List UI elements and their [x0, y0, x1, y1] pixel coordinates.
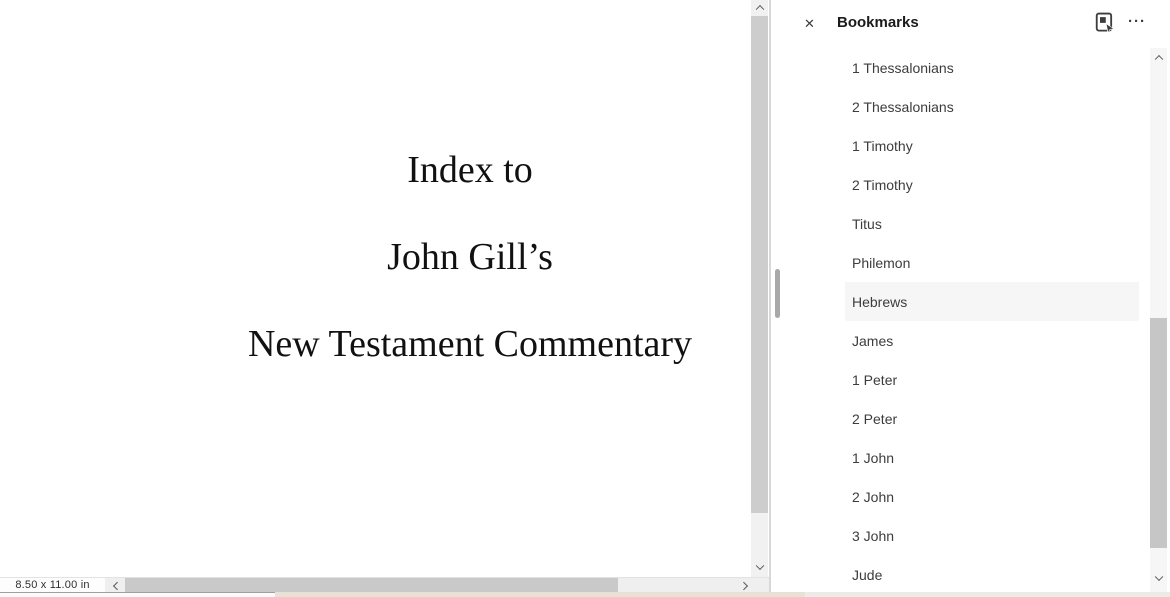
bookmark-item[interactable]: 2 Timothy [845, 165, 1139, 204]
bookmarks-panel-header: ✕ Bookmarks ··· [771, 0, 1170, 48]
more-options-button[interactable]: ··· [1126, 12, 1148, 34]
bookmark-item-label: 2 Thessalonians [852, 99, 954, 115]
bookmarks-scroll-down-button[interactable] [1150, 570, 1167, 586]
close-panel-button[interactable]: ✕ [799, 13, 820, 34]
scroll-right-button[interactable] [735, 578, 754, 593]
panel-title: Bookmarks [837, 14, 919, 31]
bookmarks-scrollbar-thumb[interactable] [1150, 318, 1167, 548]
bookmark-locate-icon [1095, 12, 1115, 33]
chevron-down-icon [1154, 573, 1162, 581]
bookmark-item[interactable]: 1 Thessalonians [845, 48, 1139, 87]
bookmarks-scrollbar[interactable] [1150, 48, 1167, 597]
document-title-line-2: John Gill’s [387, 238, 553, 276]
bookmarks-list: 1 Thessalonians 2 Thessalonians 1 Timoth… [845, 48, 1139, 594]
bookmark-item[interactable]: 3 John [845, 516, 1139, 555]
bookmark-item[interactable]: 1 Peter [845, 360, 1139, 399]
bookmarks-panel: ✕ Bookmarks ··· 1 Thessalonians 2 Thessa… [771, 0, 1170, 597]
bookmark-item-label: 1 Timothy [852, 138, 913, 154]
bookmark-item[interactable]: Hebrews [845, 282, 1139, 321]
chevron-left-icon [112, 581, 120, 589]
bookmark-item-label: 1 Peter [852, 372, 897, 388]
scroll-left-button[interactable] [106, 578, 125, 593]
document-viewport[interactable]: Index to John Gill’s New Testament Comme… [0, 0, 769, 597]
bookmark-item-label: Jude [852, 567, 882, 583]
bookmark-item-label: 1 John [852, 450, 894, 466]
locate-bookmark-button[interactable] [1095, 12, 1117, 34]
horizontal-scrollbar-thumb[interactable] [125, 578, 618, 592]
bookmark-item-label: 1 Thessalonians [852, 60, 954, 76]
bookmark-item-label: 2 Timothy [852, 177, 913, 193]
document-vertical-scrollbar[interactable] [751, 0, 768, 577]
bookmark-item[interactable]: Titus [845, 204, 1139, 243]
chevron-right-icon [739, 581, 747, 589]
bookmark-item[interactable]: 2 John [845, 477, 1139, 516]
bookmark-item[interactable]: James [845, 321, 1139, 360]
page-size-status: 8.50 x 11.00 in [0, 578, 105, 593]
scroll-up-button[interactable] [751, 0, 768, 16]
bookmark-item[interactable]: Jude [845, 555, 1139, 594]
bookmark-item[interactable]: Philemon [845, 243, 1139, 282]
bookmark-item-label: Philemon [852, 255, 910, 271]
document-title-line-1: Index to [407, 151, 533, 189]
bookmark-item-label: James [852, 333, 893, 349]
scroll-down-button[interactable] [751, 558, 768, 576]
bookmark-item[interactable]: 2 Peter [845, 399, 1139, 438]
chevron-up-icon [755, 5, 763, 13]
document-horizontal-scrollbar[interactable]: 8.50 x 11.00 in [0, 577, 769, 592]
bookmark-item-label: Hebrews [852, 294, 907, 310]
bookmark-item-label: Titus [852, 216, 882, 232]
bookmark-item[interactable]: 1 Timothy [845, 126, 1139, 165]
bookmark-item-label: 2 Peter [852, 411, 897, 427]
bookmark-item-label: 3 John [852, 528, 894, 544]
panel-resize-handle[interactable] [775, 269, 780, 318]
chevron-down-icon [755, 562, 763, 570]
chevron-up-icon [1154, 55, 1162, 63]
bookmark-item-label: 2 John [852, 489, 894, 505]
document-title-line-3: New Testament Commentary [248, 325, 692, 363]
bookmarks-scroll-up-button[interactable] [1150, 50, 1167, 66]
bookmark-item[interactable]: 1 John [845, 438, 1139, 477]
vertical-scrollbar-thumb[interactable] [751, 16, 768, 513]
pdf-viewer-window: Index to John Gill’s New Testament Comme… [0, 0, 1170, 597]
background-window-edge [0, 592, 1170, 597]
bookmark-item[interactable]: 2 Thessalonians [845, 87, 1139, 126]
